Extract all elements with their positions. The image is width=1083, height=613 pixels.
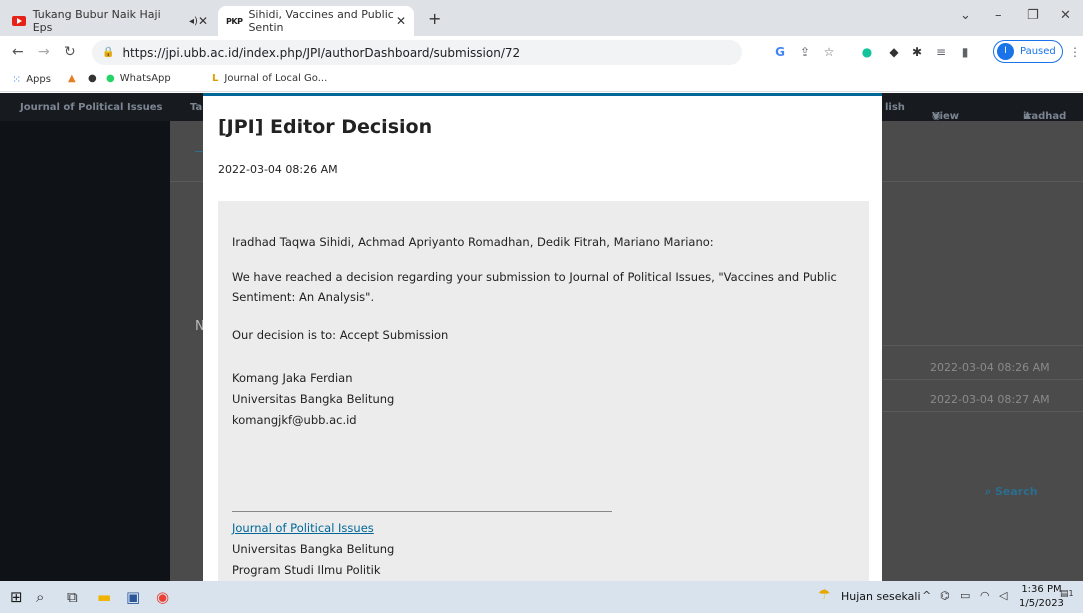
new-tab-button[interactable]: +	[428, 9, 441, 28]
wifi-icon[interactable]: ◠	[980, 589, 990, 602]
address-bar[interactable]: 🔒 https://jpi.ubb.ac.id/index.php/JPI/au…	[92, 40, 742, 65]
decision-intro: We have reached a decision regarding you…	[232, 270, 837, 304]
lock-icon: 🔒	[102, 47, 115, 58]
message-body: Iradhad Taqwa Sihidi, Achmad Apriyanto R…	[218, 201, 869, 581]
speaker-icon[interactable]: ◂)	[189, 16, 198, 27]
tab-search-icon[interactable]: ⌄	[960, 8, 971, 23]
windows-start-icon[interactable]: ⊞	[10, 588, 23, 606]
youtube-icon	[12, 16, 26, 26]
clock[interactable]: 1:36 PM 1/5/2023	[1019, 583, 1064, 611]
task-view-icon[interactable]: ⧉	[67, 588, 78, 606]
tray-chevron-icon[interactable]: ^	[922, 589, 931, 602]
language-link[interactable]: lish	[885, 102, 905, 113]
apps-grid-icon: ⁙	[12, 73, 22, 86]
nav-partial[interactable]: Ta	[190, 102, 202, 113]
profile-status: Paused	[1020, 46, 1056, 57]
battery-icon[interactable]: ▭	[960, 589, 970, 602]
editor-name: Komang Jaka Ferdian	[232, 371, 353, 385]
google-lens-icon[interactable]: G	[773, 45, 787, 59]
avatar: I	[997, 43, 1014, 60]
weather-text[interactable]: Hujan sesekali	[841, 590, 921, 603]
search-button[interactable]: ⌕ Search	[985, 485, 1038, 499]
close-window-button[interactable]: ✕	[1060, 8, 1071, 23]
search-icon[interactable]: ⌕	[36, 588, 44, 606]
reading-list-icon[interactable]: ≡	[934, 45, 948, 59]
editor-email: komangjkf@ubb.ac.id	[232, 413, 357, 427]
activity-date-1: 2022-03-04 08:26 AM	[930, 361, 1050, 374]
notification-icon[interactable]: ▤1	[1060, 589, 1078, 605]
whatsapp-icon: ●	[106, 73, 115, 84]
divider	[882, 345, 1083, 346]
sidebar	[0, 121, 170, 581]
divider	[882, 379, 1083, 380]
back-arrow-icon[interactable]: ←	[12, 44, 24, 60]
word-icon[interactable]: ▣	[126, 588, 140, 606]
tab-tukang-bubur[interactable]: Tukang Bubur Naik Haji Eps ◂) ✕	[4, 6, 216, 36]
editor-affiliation: Universitas Bangka Belitung	[232, 392, 395, 406]
modal-title: [JPI] Editor Decision	[218, 116, 433, 138]
footer-university: Universitas Bangka Belitung	[232, 542, 395, 556]
pkp-icon: PKP	[226, 16, 243, 26]
decision-text: Our decision is to: Accept Submission	[232, 328, 449, 342]
windows-taskbar: ⊞ ⌕ ⧉ ▬ ▣ ◉ ☂ Hujan sesekali ^ ⌬ ▭ ◠ ◁ 1…	[0, 581, 1083, 613]
close-tab-icon[interactable]: ✕	[198, 14, 208, 28]
chrome-icon[interactable]: ◉	[156, 588, 169, 606]
bookmark-apps[interactable]: ⁙ Apps	[12, 73, 51, 86]
volume-icon[interactable]: ◁	[999, 589, 1007, 602]
bookmark-label: WhatsApp	[119, 73, 171, 84]
browser-toolbar: ← → ↻ 🔒 https://jpi.ubb.ac.id/index.php/…	[0, 36, 1083, 68]
share-icon[interactable]: ⇪	[798, 45, 812, 59]
search-icon: ⌕	[985, 485, 995, 498]
modal-date: 2022-03-04 08:26 AM	[218, 163, 338, 176]
side-panel-icon[interactable]: ▮	[958, 45, 972, 59]
puzzle-icon[interactable]: ✱	[910, 45, 924, 59]
journal-name[interactable]: Journal of Political Issues	[20, 102, 162, 113]
minimize-button[interactable]: –	[995, 8, 1002, 23]
tab-sihidi-vaccines[interactable]: PKP Sihidi, Vaccines and Public Sentin ✕	[218, 6, 414, 36]
bookmarks-bar: ⁙ Apps ▲ ● ● WhatsApp L Journal of Local…	[0, 68, 1083, 92]
profile-paused-button[interactable]: I Paused	[993, 40, 1063, 63]
clock-time: 1:36 PM	[1021, 584, 1062, 595]
bookmark-label: Apps	[26, 74, 51, 85]
file-explorer-icon[interactable]: ▬	[97, 588, 111, 606]
extension-icon[interactable]: ◆	[887, 45, 901, 59]
nbc-icon[interactable]: ▲	[68, 73, 76, 84]
clock-date: 1/5/2023	[1019, 598, 1064, 609]
reload-icon[interactable]: ↻	[64, 44, 76, 60]
divider	[882, 411, 1083, 412]
bookmark-star-icon[interactable]: ☆	[822, 45, 836, 59]
weather-icon[interactable]: ☂	[818, 587, 831, 603]
github-icon[interactable]: ●	[88, 73, 97, 84]
menu-kebab-icon[interactable]: ⋮	[1068, 45, 1082, 59]
forward-arrow-icon[interactable]: →	[38, 44, 50, 60]
restore-button[interactable]: ❐	[1027, 8, 1039, 23]
browser-tab-strip: Tukang Bubur Naik Haji Eps ◂) ✕ PKP Sihi…	[0, 0, 1083, 36]
tab-title: Sihidi, Vaccines and Public Sentin	[248, 8, 394, 34]
close-tab-icon[interactable]: ✕	[396, 14, 406, 28]
bookmark-label: Journal of Local Go...	[224, 73, 328, 84]
search-label: Search	[995, 485, 1038, 498]
footer-program: Program Studi Ilmu Politik	[232, 563, 381, 577]
editor-decision-modal: [JPI] Editor Decision 2022-03-04 08:26 A…	[203, 93, 882, 581]
network-icon[interactable]: ⌬	[940, 589, 950, 602]
url-text: https://jpi.ubb.ac.id/index.php/JPI/auth…	[122, 45, 521, 60]
grammarly-icon[interactable]: ●	[860, 45, 874, 59]
notification-count: 1	[1068, 589, 1074, 598]
bookmark-whatsapp[interactable]: ● WhatsApp	[106, 73, 171, 84]
journal-footer-link[interactable]: Journal of Political Issues	[232, 521, 374, 535]
authors-line: Iradhad Taqwa Sihidi, Achmad Apriyanto R…	[232, 235, 714, 249]
tab-title: Tukang Bubur Naik Haji Eps	[32, 8, 161, 34]
activity-date-2: 2022-03-04 08:27 AM	[930, 393, 1050, 406]
signature-divider	[232, 511, 612, 512]
journal-logo-icon: L	[212, 73, 219, 84]
bookmark-journal-local[interactable]: L Journal of Local Go...	[212, 73, 327, 84]
